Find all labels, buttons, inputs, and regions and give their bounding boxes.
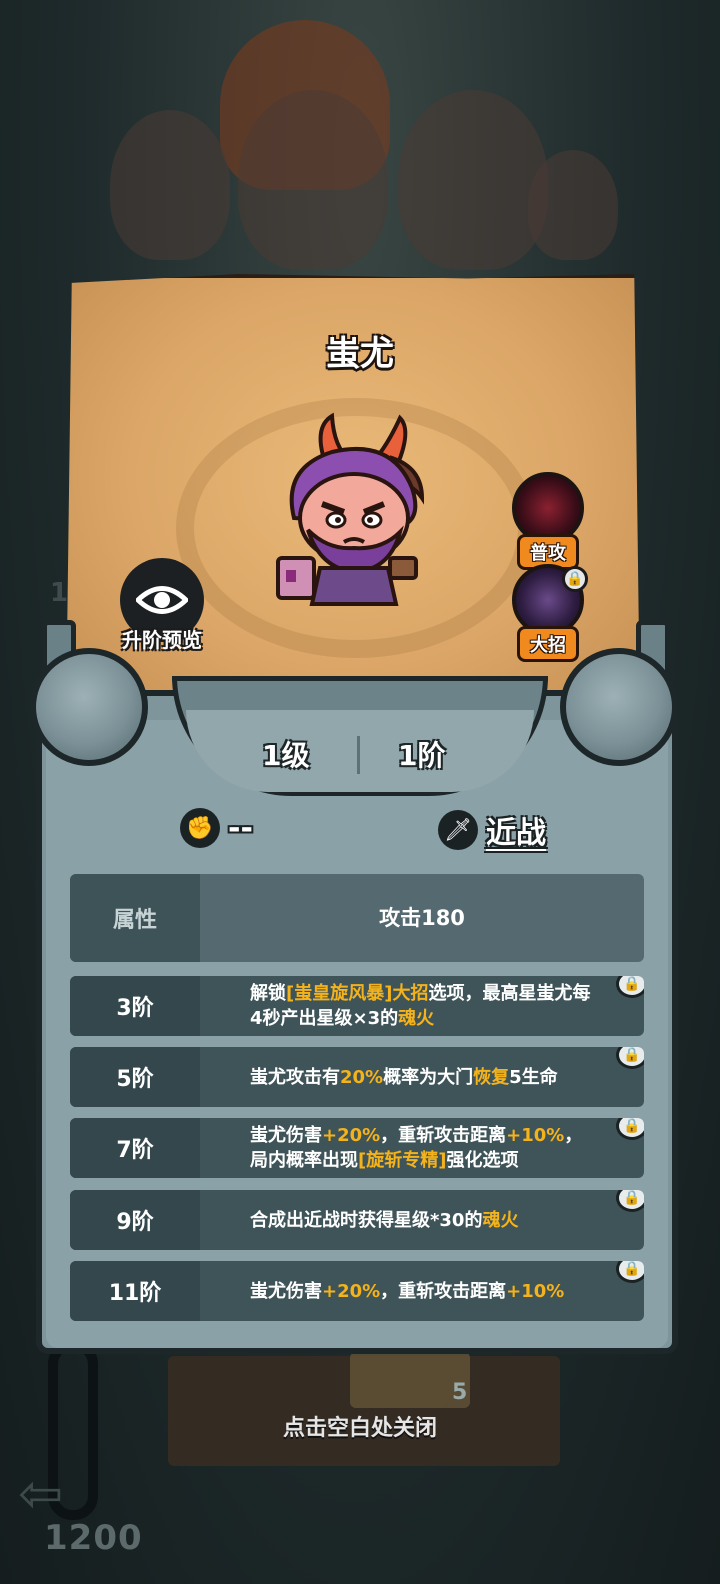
highlight-text: +20% (322, 1125, 381, 1146)
highlight-text: 恢复 (473, 1066, 510, 1088)
highlight-text: 20% (340, 1066, 384, 1088)
rank-label: 11阶 (70, 1261, 200, 1321)
description-text: 蚩尤攻击有 (250, 1066, 340, 1088)
highlight-text: +10% (506, 1280, 565, 1302)
rank-bonus-row: 3阶 解锁[蚩皇旋风暴]大招选项，最高星蚩尤每4秒产出星级×3的魂火 🔒 (70, 976, 644, 1036)
description-text: ，重斩攻击距离 (380, 1280, 507, 1302)
highlight-text: +20% (322, 1280, 381, 1302)
level-divider (357, 736, 360, 774)
rank-label: 5阶 (70, 1047, 200, 1107)
bg-character-1 (110, 110, 230, 260)
description-text: 概率为大门 (383, 1066, 474, 1088)
rank-bonus-row: 7阶 蚩尤伤害+20%，重斩攻击距离+10%，局内概率出现[旋斩专精]强化选项 🔒 (70, 1118, 644, 1178)
hero-level: 1级 (262, 739, 310, 772)
back-arrow-icon: ⇦ (18, 1462, 64, 1525)
upgrade-preview-label: 升阶预览 (122, 628, 202, 652)
frame-cap-right (560, 648, 678, 766)
lock-icon: 🔒 (616, 1261, 644, 1283)
rank-label: 7阶 (70, 1118, 200, 1178)
skill-ultimate[interactable]: 🔒 大招 (508, 564, 588, 662)
description-text: ，重斩攻击距离 (380, 1125, 507, 1146)
rank-bonus-row: 9阶 合成出近战时获得星级*30的魂火 🔒 (70, 1190, 644, 1250)
description-text: 解锁 (250, 983, 286, 1004)
close-hint[interactable]: 点击空白处关闭 (0, 1410, 720, 1442)
rank-description: 解锁[蚩皇旋风暴]大招选项，最高星蚩尤每4秒产出星级×3的魂火 🔒 (200, 976, 644, 1036)
range-type-value: 近战 (486, 816, 546, 851)
skill-ultimate-label: 大招 (517, 626, 579, 662)
description-text: 5生命 (509, 1066, 558, 1088)
damage-type-trait: ✊ -- (180, 808, 253, 848)
rank-label: 3阶 (70, 976, 200, 1036)
attribute-header-label: 属性 (70, 874, 200, 962)
lock-icon: 🔒 (616, 1047, 644, 1069)
rank-description: 合成出近战时获得星级*30的魂火 🔒 (200, 1190, 644, 1250)
bg-card-count: 5 (452, 1380, 468, 1405)
hero-character-illustration (276, 412, 425, 606)
hero-name: 蚩尤 (326, 334, 394, 374)
rank-description: 蚩尤伤害+20%，重斩攻击距离+10% 🔒 (200, 1261, 644, 1321)
description-text: 蚩尤伤害 (250, 1125, 322, 1146)
bg-character-2 (238, 90, 388, 270)
fist-icon: ✊ (180, 808, 220, 848)
highlight-text: 魂火 (398, 1008, 435, 1029)
lock-icon: 🔒 (616, 1118, 644, 1140)
highlight-text: 魂火 (482, 1209, 519, 1231)
highlight-text: +10% (506, 1125, 565, 1146)
description-text: 蚩尤伤害 (250, 1280, 322, 1302)
bg-side-number: 1 (50, 578, 69, 608)
lock-icon: 🔒 (562, 566, 588, 592)
frame-cap-left (30, 648, 148, 766)
rank-description: 蚩尤伤害+20%，重斩攻击距离+10%，局内概率出现[旋斩专精]强化选项 🔒 (200, 1118, 644, 1178)
rank-label: 9阶 (70, 1190, 200, 1250)
description-text: 强化选项 (446, 1150, 519, 1171)
highlight-text: [蚩皇旋风暴]大招 (286, 983, 429, 1004)
upgrade-preview-button[interactable]: 升阶预览 (112, 558, 212, 653)
lock-icon: 🔒 (616, 1190, 644, 1212)
bg-character-4 (528, 150, 618, 260)
range-type-trait[interactable]: 🗡 近战 (438, 808, 546, 852)
description-text: 合成出近战时获得星级*30的 (250, 1209, 483, 1231)
hero-rank: 1阶 (398, 739, 446, 772)
attribute-header-value: 攻击180 (379, 905, 465, 930)
attribute-header-row: 属性 攻击180 (70, 874, 644, 962)
bg-character-3 (398, 90, 548, 270)
highlight-text: [旋斩专精] (358, 1150, 447, 1171)
rank-description: 蚩尤攻击有20%概率为大门恢复5生命 🔒 (200, 1047, 644, 1107)
lock-icon: 🔒 (616, 976, 644, 998)
rank-bonus-row: 5阶 蚩尤攻击有20%概率为大门恢复5生命 🔒 (70, 1047, 644, 1107)
skill-basic-attack[interactable]: 普攻 (508, 472, 588, 570)
bg-coin-count: 1200 (44, 1518, 143, 1558)
sword-icon: 🗡 (438, 810, 478, 850)
level-arch-inner (186, 710, 534, 792)
rank-bonus-row: 11阶 蚩尤伤害+20%，重斩攻击距离+10% 🔒 (70, 1261, 644, 1321)
damage-type-value: -- (228, 810, 253, 846)
